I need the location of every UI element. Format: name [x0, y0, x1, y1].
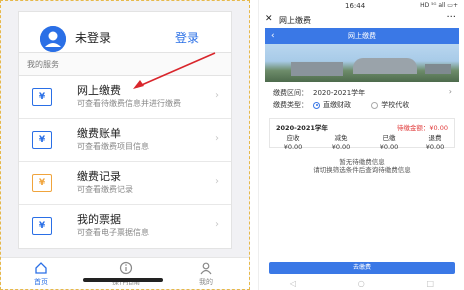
services-list: ¥ 网上缴费 可查看待缴费信息并进行缴费 › ¥ 缴费账单 可查看缴费项目信息 …	[18, 75, 232, 249]
tab-label: 首页	[34, 278, 48, 286]
tab-guide[interactable]: 操作指南	[106, 261, 146, 287]
type-option-label: 学校代收	[381, 101, 410, 109]
fee-amount: ¥0.00	[331, 143, 351, 151]
nav-recents-icon[interactable]: □	[427, 279, 435, 288]
yen-receipt-icon: ¥	[32, 217, 52, 235]
login-button[interactable]: 登录	[175, 29, 199, 46]
fee-amount: ¥0.00	[379, 143, 399, 151]
status-bar: 16:44 HD ⁵ᴳ all ▭+	[259, 0, 464, 12]
tab-mine[interactable]: 我的	[186, 261, 226, 287]
type-option-direct[interactable]: 直缴财政	[313, 101, 351, 109]
fee-column: 已缴 ¥0.00	[374, 132, 404, 151]
type-option-school[interactable]: 学校代收	[371, 101, 409, 109]
page-header: ‹ 网上缴费	[265, 28, 459, 44]
service-my-receipts[interactable]: ¥ 我的票据 可查看电子票据信息 ›	[19, 205, 231, 248]
mini-program-title: 网上缴费	[279, 16, 311, 25]
yen-card-icon: ¥	[32, 88, 52, 106]
tab-label: 我的	[199, 278, 213, 286]
mini-program-header: ✕ 网上缴费 ···	[259, 12, 464, 26]
yen-bill-icon: ¥	[32, 131, 52, 149]
fee-column: 应收 ¥0.00	[278, 132, 308, 151]
period-row[interactable]: 缴费区间： 2020-2021学年	[273, 88, 453, 98]
type-options: 直缴财政 学校代收	[313, 100, 409, 110]
home-icon	[35, 262, 47, 274]
page-title: 网上缴费	[348, 32, 376, 40]
back-icon[interactable]: ‹	[271, 28, 275, 44]
fee-summary-card: 2020-2021学年 待缴金额：¥0.00 应收 ¥0.00 减免 ¥0.00…	[269, 118, 455, 151]
status-time: 16:44	[345, 2, 366, 10]
radio-unselected-icon	[371, 101, 379, 109]
user-icon	[40, 26, 66, 52]
login-status-text: 未登录	[75, 31, 112, 45]
fee-amount: ¥0.00	[425, 143, 445, 151]
home-indicator[interactable]	[83, 278, 163, 282]
period-value: 2020-2021学年	[313, 89, 366, 97]
fee-label: 退费	[428, 134, 442, 142]
fee-amount: ¥0.00	[283, 143, 303, 151]
chevron-right-icon: ›	[215, 219, 219, 230]
type-option-label: 直缴财政	[323, 101, 351, 109]
fee-label: 应收	[286, 134, 300, 142]
system-nav-bar: ◁ ○ □	[259, 276, 464, 290]
fee-year: 2020-2021学年	[276, 124, 328, 132]
chevron-right-icon: ›	[215, 133, 219, 144]
type-label: 缴费类型：	[273, 101, 308, 109]
more-icon[interactable]: ···	[446, 12, 456, 23]
service-subtitle: 可查看电子票据信息	[77, 228, 149, 237]
left-phone-screen: 未登录 登录 我的服务 ¥ 网上缴费 可查看待缴费信息并进行缴费 › ¥ 缴费账…	[0, 0, 250, 290]
nav-home-icon[interactable]: ○	[358, 279, 365, 288]
service-title: 缴费记录	[77, 170, 121, 183]
avatar[interactable]	[40, 26, 66, 52]
empty-message-line-2: 请切换筛选条件后查询待缴费信息	[313, 166, 411, 174]
login-bar: 未登录 登录	[18, 11, 232, 53]
yen-record-icon: ¥	[32, 174, 52, 192]
pay-button[interactable]: 去缴费	[269, 262, 455, 274]
fee-label: 减免	[334, 134, 348, 142]
service-title: 缴费账单	[77, 127, 121, 140]
status-icons: HD ⁵ᴳ all ▭+	[420, 2, 458, 9]
radio-selected-icon	[313, 101, 320, 109]
service-subtitle: 可查看缴费记录	[77, 185, 133, 194]
campus-banner-image	[265, 44, 459, 82]
type-row: 缴费类型： 直缴财政 学校代收	[273, 100, 463, 110]
fee-column: 退费 ¥0.00	[420, 132, 450, 151]
tab-home[interactable]: 首页	[21, 261, 61, 287]
service-subtitle: 可查看缴费项目信息	[77, 142, 149, 151]
close-icon[interactable]: ✕	[265, 14, 273, 24]
service-title: 我的票据	[77, 213, 121, 226]
service-title: 网上缴费	[77, 84, 121, 97]
pending-amount: 待缴金额：¥0.00	[396, 124, 448, 132]
chevron-right-icon[interactable]: ›	[449, 87, 452, 96]
period-label: 缴费区间：	[273, 89, 308, 97]
right-phone-screen: 16:44 HD ⁵ᴳ all ▭+ ✕ 网上缴费 ··· ‹ 网上缴费 缴费区…	[258, 0, 464, 290]
service-subtitle: 可查看待缴费信息并进行缴费	[77, 99, 181, 108]
service-payment-bill[interactable]: ¥ 缴费账单 可查看缴费项目信息 ›	[19, 119, 231, 162]
bottom-tab-bar: 首页 操作指南 我的	[1, 257, 249, 289]
chevron-right-icon: ›	[215, 176, 219, 187]
fee-column: 减免 ¥0.00	[326, 132, 356, 151]
nav-back-icon[interactable]: ◁	[290, 279, 296, 288]
red-annotation-arrow	[133, 52, 216, 89]
info-icon	[119, 261, 133, 275]
person-icon	[200, 262, 212, 275]
service-payment-record[interactable]: ¥ 缴费记录 可查看缴费记录 ›	[19, 162, 231, 205]
fee-label: 已缴	[382, 134, 396, 142]
